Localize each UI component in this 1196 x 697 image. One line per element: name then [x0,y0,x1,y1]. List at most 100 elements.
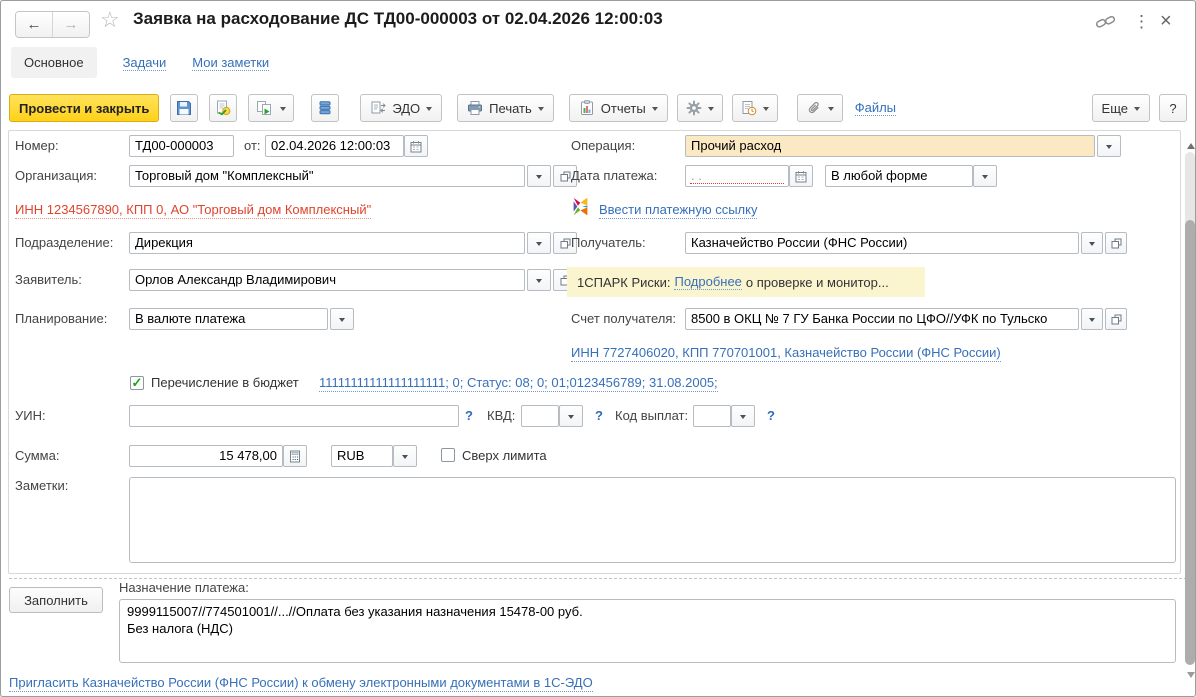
reports-button[interactable]: Отчеты [568,94,668,122]
copy-document-icon [257,101,272,115]
settings-button[interactable] [676,94,723,122]
save-button[interactable] [170,94,199,122]
create-based-on-button[interactable] [248,94,295,122]
recipient-label: Получатель: [571,235,646,250]
window-menu-button[interactable]: ⋮ [1133,13,1150,30]
scrollbar-thumb[interactable] [1185,220,1195,665]
post-and-close-button[interactable]: Провести и закрыть [9,94,160,122]
chevron-down-icon [1089,317,1095,325]
applicant-field[interactable]: Орлов Александр Владимирович [129,269,525,291]
chevron-down-icon [707,106,714,114]
applicant-label: Заявитель: [15,272,82,287]
payment-date-label: Дата платежа: [571,168,658,183]
organization-field[interactable]: Торговый дом "Комплексный" [129,165,525,187]
notes-label: Заметки: [15,478,69,493]
document-register-button[interactable] [311,94,340,122]
payment-form-dropdown-button[interactable] [973,165,997,187]
save-floppy-icon [177,101,192,115]
planning-field[interactable]: В валюте платежа [129,308,328,330]
department-dropdown-button[interactable] [527,232,551,254]
currency-dropdown-button[interactable] [393,445,417,467]
number-field[interactable]: ТД00-000003 [129,135,234,157]
chevron-down-icon [762,106,769,114]
post-document-button[interactable] [209,94,238,122]
chevron-down-icon [537,106,544,114]
budget-transfer-details-link[interactable]: 11111111111111111111; 0; Статус: 08; 0; … [319,375,718,392]
tab-tasks[interactable]: Задачи [122,55,167,71]
help-button[interactable]: ? [1159,94,1187,122]
command-bar: Провести и закрыть ЭДО Печать Отчеты Фай… [9,94,1187,122]
close-icon: × [1160,10,1172,32]
payment-form-field[interactable]: В любой форме [825,165,973,187]
recipient-account-open-button[interactable] [1105,308,1127,330]
forward-arrow-icon: → [63,16,79,33]
kvd-help-icon[interactable]: ? [595,408,603,424]
chevron-down-icon [536,174,542,182]
chevron-down-icon [827,106,834,114]
organization-dropdown-button[interactable] [527,165,551,187]
tab-my-notes[interactable]: Мои заметки [192,55,270,71]
chevron-down-icon [568,414,574,422]
scrollbar-down-arrow[interactable] [1187,672,1195,682]
payment-date-placeholder: . . [691,168,702,183]
payout-code-label: Код выплат: [615,408,689,423]
get-link-button[interactable] [1095,14,1117,34]
operation-label: Операция: [571,138,636,153]
print-button[interactable]: Печать [457,94,554,122]
uin-field[interactable] [129,405,459,427]
tab-main[interactable]: Основное [11,47,97,78]
amount-calculator-button[interactable] [283,445,307,467]
favorite-star-icon[interactable]: ☆ [100,9,120,31]
payment-link[interactable]: Ввести платежную ссылку [599,202,758,219]
notes-textarea[interactable] [129,477,1176,563]
edo-button[interactable]: ЭДО [360,94,443,122]
tab-bar: Основное Задачи Мои заметки [11,47,270,78]
scheduled-document-button[interactable] [731,94,778,122]
recipient-open-button[interactable] [1105,232,1127,254]
planning-dropdown-button[interactable] [330,308,354,330]
kvd-label: КВД: [487,408,516,423]
amount-field[interactable]: 15 478,00 [129,445,283,467]
close-button[interactable]: × [1160,11,1172,31]
more-button[interactable]: Еще [1091,94,1150,122]
payment-date-calendar-button[interactable] [789,165,813,187]
budget-transfer-checkbox[interactable]: ✓ [130,376,144,390]
recipient-account-dropdown-button[interactable] [1081,308,1103,330]
edo-invite-link[interactable]: Пригласить Казначейство России (ФНС Росс… [9,675,593,692]
recipient-field[interactable]: Казначейство России (ФНС России) [685,232,1079,254]
fill-button[interactable]: Заполнить [9,587,103,613]
applicant-dropdown-button[interactable] [527,269,551,291]
uin-help-icon[interactable]: ? [465,408,473,424]
report-chart-icon [580,100,593,115]
payout-code-dropdown-button[interactable] [731,405,755,427]
doc-date-calendar-button[interactable] [404,135,428,157]
currency-field[interactable]: RUB [331,445,393,467]
organization-details-link[interactable]: ИНН 1234567890, КПП 0, АО "Торговый дом … [15,202,372,219]
over-limit-checkbox[interactable] [441,448,455,462]
back-button[interactable]: ← [16,12,52,37]
scrollbar-up-arrow[interactable] [1187,139,1195,149]
attachments-button[interactable] [796,94,843,122]
spark-details-link[interactable]: Подробнее [674,274,742,290]
check-icon: ✓ [131,374,143,390]
kvd-field[interactable] [521,405,559,427]
recipient-dropdown-button[interactable] [1081,232,1103,254]
recipient-details-link[interactable]: ИНН 7727406020, КПП 770701001, Казначейс… [571,345,1001,362]
calendar-icon [795,170,807,182]
calendar-icon [410,140,422,152]
edo-button-label: ЭДО [392,100,421,116]
files-link[interactable]: Файлы [854,100,897,116]
operation-dropdown-button[interactable] [1097,135,1121,157]
payout-code-field[interactable] [693,405,731,427]
page-title: Заявка на расходование ДС ТД00-000003 от… [133,9,663,28]
department-field[interactable]: Дирекция [129,232,525,254]
forward-button[interactable]: → [52,12,89,37]
recipient-account-field[interactable]: 8500 в ОКЦ № 7 ГУ Банка России по ЦФО//У… [685,308,1079,330]
kvd-dropdown-button[interactable] [559,405,583,427]
payment-date-field[interactable]: . . [685,165,789,187]
operation-field[interactable]: Прочий расход [685,135,1095,157]
doc-date-field[interactable]: 02.04.2026 12:00:03 [265,135,404,157]
payment-purpose-textarea[interactable]: 9999115007//774501001//...//Оплата без у… [119,599,1176,663]
scrollbar-track[interactable] [1185,152,1195,226]
payout-code-help-icon[interactable]: ? [767,408,775,424]
